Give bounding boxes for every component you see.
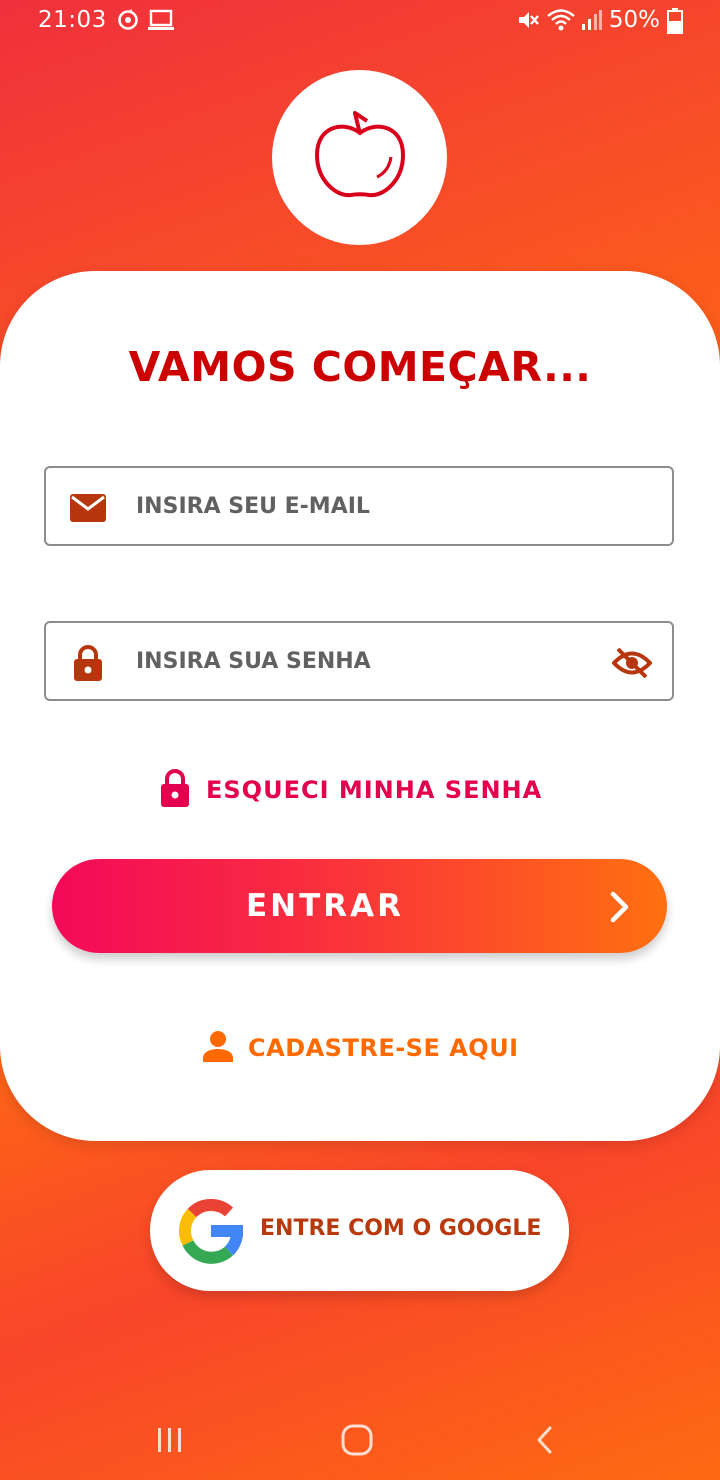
forgot-password-link[interactable]: ESQUECI MINHA SENHA [160, 769, 543, 811]
recent-apps-icon[interactable] [145, 1420, 195, 1460]
status-time: 21:03 [38, 7, 107, 33]
eye-off-icon[interactable] [612, 643, 652, 683]
enter-button-label: ENTRAR [246, 888, 404, 924]
system-nav-bar [0, 1400, 720, 1480]
login-card [0, 271, 720, 1141]
page-title: VAMOS COMEÇAR... [128, 343, 592, 391]
home-icon[interactable] [332, 1420, 382, 1460]
email-field[interactable]: INSIRA SEU E-MAIL [44, 466, 674, 546]
apple-icon [305, 101, 415, 215]
back-icon[interactable] [520, 1420, 570, 1460]
register-link[interactable]: CADASTRE-SE AQUI [202, 1030, 519, 1066]
laptop-icon [147, 8, 175, 38]
enter-button[interactable]: ENTRAR [52, 859, 667, 953]
google-signin-button[interactable]: ENTRE COM O GOOGLE [150, 1170, 569, 1291]
wifi-icon [546, 8, 576, 38]
sync-icon [116, 8, 140, 38]
battery-icon [667, 8, 683, 40]
app-logo [272, 70, 447, 245]
signal-icon [580, 8, 602, 38]
register-label: CADASTRE-SE AQUI [248, 1034, 519, 1062]
lock-icon [68, 643, 108, 683]
mute-icon [516, 8, 540, 38]
lock-icon [160, 769, 190, 811]
google-signin-label: ENTRE COM O GOOGLE [260, 1216, 542, 1241]
battery-text: 50% [608, 7, 660, 33]
password-field[interactable]: INSIRA SUA SENHA [44, 621, 674, 701]
forgot-password-label: ESQUECI MINHA SENHA [206, 776, 543, 804]
mail-icon [68, 488, 108, 528]
email-placeholder: INSIRA SEU E-MAIL [136, 494, 370, 519]
status-bar: 21:03 50% [0, 0, 720, 42]
password-placeholder: INSIRA SUA SENHA [136, 649, 371, 674]
user-icon [202, 1030, 234, 1066]
google-icon [175, 1195, 247, 1267]
chevron-right-icon [601, 889, 637, 925]
